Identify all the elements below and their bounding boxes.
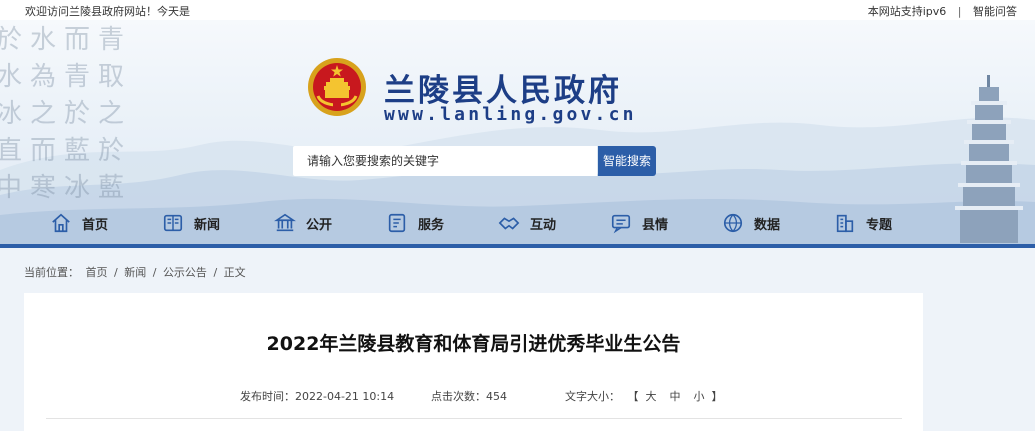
breadcrumb-news[interactable]: 新闻 (124, 266, 146, 279)
government-building-icon (274, 213, 296, 232)
nav-item-label: 专题 (866, 217, 893, 233)
nav-item-interaction[interactable]: 互动 (498, 211, 556, 235)
font-size-medium-button[interactable]: 中 (670, 390, 682, 403)
ipv6-link[interactable]: 本网站支持ipv6 (868, 3, 947, 19)
calligraphy-line: 水為青取 (0, 62, 133, 92)
breadcrumb-separator: / (114, 266, 118, 279)
nav-item-news[interactable]: 新闻 (162, 211, 220, 235)
click-count-label: 点击次数： (431, 390, 486, 403)
article-title: 2022年兰陵县教育和体育局引进优秀毕业生公告 (266, 333, 681, 355)
nav-item-label: 公开 (306, 217, 333, 233)
handshake-icon (498, 217, 520, 230)
article-card: 2022年兰陵县教育和体育局引进优秀毕业生公告 发布时间：2022-04-21 … (24, 293, 923, 431)
nav-item-home[interactable]: 首页 (50, 211, 108, 235)
nav-item-service[interactable]: 服务 (386, 211, 444, 235)
header-banner: 於水而青 水為青取 冰之於之 直而藍於 中寒冰藍 兰陵县人民政府 www.lan… (0, 20, 1035, 248)
globe-icon (723, 213, 743, 233)
home-icon (52, 213, 70, 233)
publish-time-value: 2022-04-21 10:14 (295, 390, 395, 403)
national-emblem-icon[interactable] (306, 56, 368, 118)
font-size-options: 【大中小】 (628, 390, 724, 403)
nav-item-label: 服务 (418, 217, 445, 233)
breadcrumb-separator: / (152, 266, 157, 279)
search-button[interactable]: 智能搜索 (598, 146, 656, 176)
top-links-separator: | (957, 5, 962, 18)
breadcrumb-separator: / (213, 266, 218, 279)
click-count: 点击次数：454 (431, 388, 507, 404)
breadcrumb: 当前位置： 首页 / 新闻 / 公示公告 / 正文 (24, 264, 249, 280)
font-size-label: 文字大小： (565, 390, 620, 403)
publish-time: 发布时间：2022-04-21 10:14 (240, 388, 394, 404)
font-bracket-close: 】 (711, 390, 724, 403)
nav-item-topic[interactable]: 专题 (834, 211, 892, 235)
main-nav: 首页 新闻 公开 服务 互动 县情 数据 专题 (0, 203, 1035, 243)
font-bracket-open: 【 (627, 390, 640, 403)
breadcrumb-current: 正文 (223, 266, 246, 279)
calligraphy-decoration: 於水而青 水為青取 冰之於之 直而藍於 中寒冰藍 (0, 22, 146, 207)
nav-item-data[interactable]: 数据 (722, 211, 780, 235)
document-icon (388, 213, 406, 233)
nav-item-label: 新闻 (194, 217, 221, 233)
smart-qa-link[interactable]: 智能问答 (973, 3, 1017, 19)
publish-time-label: 发布时间： (240, 390, 295, 403)
top-links: 本网站支持ipv6 | 智能问答 (868, 3, 1017, 19)
breadcrumb-prefix: 当前位置： (24, 266, 79, 279)
search-input[interactable]: 请输入您要搜索的关键字 (293, 146, 597, 176)
nav-item-label: 县情 (642, 217, 669, 233)
calligraphy-line: 中寒冰藍 (0, 173, 133, 203)
top-bar: 欢迎访问兰陵县政府网站！今天是 本网站支持ipv6 | 智能问答 (0, 0, 1035, 20)
newspaper-icon (163, 214, 183, 232)
calligraphy-line: 直而藍於 (0, 136, 133, 166)
buildings-icon (836, 214, 854, 233)
welcome-text: 欢迎访问兰陵县政府网站！今天是 (25, 5, 190, 18)
nav-item-open[interactable]: 公开 (274, 211, 332, 235)
nav-item-county[interactable]: 县情 (610, 211, 668, 235)
nav-bottom-line (0, 244, 1035, 248)
font-size-control: 文字大小： 【大中小】 (565, 388, 724, 404)
breadcrumb-announcements[interactable]: 公示公告 (163, 266, 207, 279)
nav-item-label: 数据 (754, 217, 781, 233)
calligraphy-line: 於水而青 (0, 25, 133, 55)
site-url: www.lanling.gov.cn (384, 104, 637, 125)
font-size-large-button[interactable]: 大 (646, 390, 658, 403)
calligraphy-line: 冰之於之 (0, 99, 133, 129)
nav-item-label: 互动 (530, 217, 557, 233)
nav-item-label: 首页 (82, 217, 109, 233)
article-divider (46, 418, 902, 419)
chat-icon (611, 214, 631, 234)
breadcrumb-home[interactable]: 首页 (86, 266, 108, 279)
click-count-value: 454 (486, 390, 507, 403)
font-size-small-button[interactable]: 小 (694, 390, 706, 403)
